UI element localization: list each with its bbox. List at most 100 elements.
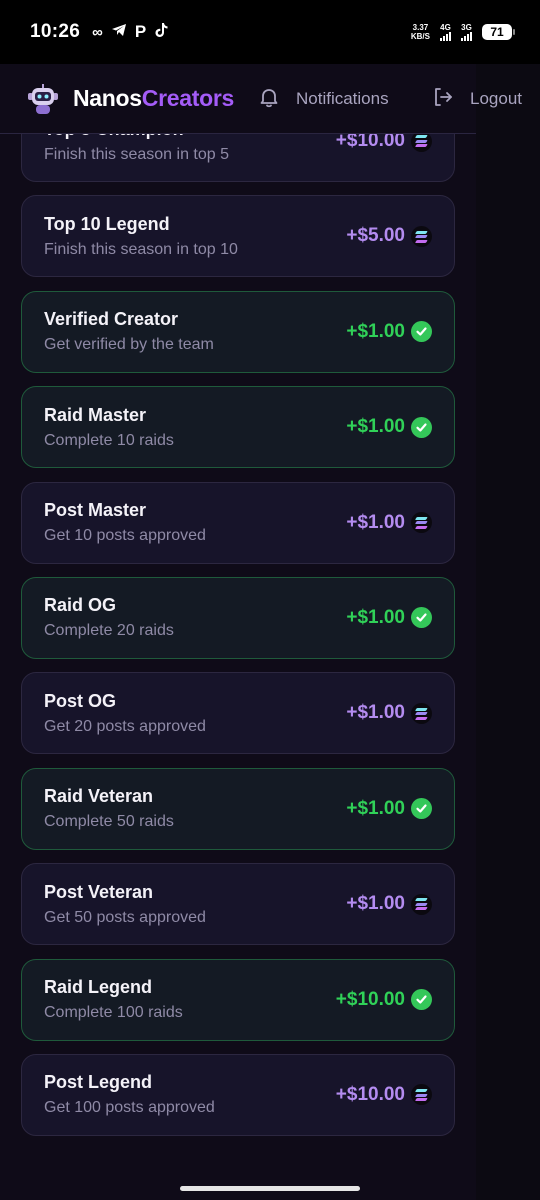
check-icon (411, 416, 432, 438)
logout-label: Logout (470, 89, 522, 108)
reward-amount: +$1.00 (346, 416, 405, 438)
achievement-card[interactable]: Verified Creator Get verified by the team… (21, 290, 455, 373)
achievement-text: Raid Master Complete 10 raids (44, 405, 174, 450)
tiktok-icon (154, 22, 169, 42)
robot-logo-icon[interactable] (25, 81, 61, 117)
achievement-card[interactable]: Raid Master Complete 10 raids +$1.00 (21, 386, 455, 469)
achievement-title: Post Legend (44, 1072, 153, 1093)
check-icon (411, 798, 432, 820)
notifications-button[interactable]: Notifications (258, 64, 389, 134)
achievement-subtitle: Get 50 posts approved (44, 908, 206, 926)
achievement-card[interactable]: Post OG Get 20 posts approved +$1.00 (21, 672, 455, 755)
achievement-text: Post Legend Get 100 posts approved (44, 1072, 215, 1117)
brand-wordmark[interactable]: NanosCreators (73, 85, 234, 112)
logout-icon (432, 86, 454, 113)
signal-bars-icon (440, 32, 451, 41)
solana-icon (411, 1084, 432, 1106)
status-bar: 10:26 ∞ P 3.37 KB/S 4G 3G 71 (0, 0, 540, 64)
battery-icon: 71 (482, 24, 515, 40)
reward: +$1.00 (346, 702, 432, 724)
achievements-scroll-area[interactable]: Top 5 ChampionFinish this season in top … (0, 64, 476, 1200)
achievement-title: Raid Master (44, 404, 147, 425)
achievement-subtitle: Get verified by the team (44, 336, 214, 354)
achievement-subtitle: Complete 10 raids (44, 431, 174, 449)
achievement-card[interactable]: Post Legend Get 100 posts approved +$10.00 (21, 1053, 455, 1136)
network-speed: 3.37 KB/S (411, 23, 430, 41)
reward-amount: +$1.00 (346, 606, 405, 628)
check-icon (411, 321, 432, 343)
reward-amount: +$10.00 (335, 988, 405, 1010)
brand-part-nanos: Nanos (73, 85, 142, 111)
speed-unit: KB/S (410, 32, 430, 41)
reward: +$1.00 (346, 321, 432, 343)
battery-level: 71 (490, 25, 504, 39)
signal-3g-label: 3G (461, 23, 472, 32)
reward: +$1.00 (346, 893, 432, 915)
reward-amount: +$1.00 (346, 797, 405, 819)
achievement-card[interactable]: Post Veteran Get 50 posts approved +$1.00 (21, 863, 455, 946)
solana-icon (411, 512, 432, 534)
achievement-subtitle: Complete 50 raids (44, 813, 174, 831)
achievement-title: Top 10 Legend (44, 213, 170, 234)
achievement-card[interactable]: Raid OG Complete 20 raids +$1.00 (21, 576, 455, 659)
infinity-icon: ∞ (92, 23, 103, 41)
achievement-subtitle: Finish this season in top 5 (44, 145, 229, 163)
achievement-card[interactable]: Top 10 Legend Finish this season in top 1… (21, 195, 455, 278)
reward: +$10.00 (336, 989, 432, 1011)
achievement-card[interactable]: Raid Veteran Complete 50 raids +$1.00 (21, 767, 455, 850)
achievement-card[interactable]: Post Master Get 10 posts approved +$1.00 (21, 481, 455, 564)
solana-icon (411, 893, 432, 915)
status-left: 10:26 ∞ P (30, 21, 169, 43)
signal-4g-label: 4G (440, 23, 451, 32)
reward: +$5.00 (346, 225, 432, 247)
achievement-subtitle: Get 20 posts approved (44, 717, 206, 735)
brand-part-creators: Creators (141, 85, 235, 111)
reward-amount: +$1.00 (346, 320, 405, 342)
reward: +$1.00 (346, 416, 432, 438)
signal-bars-icon (461, 32, 472, 41)
reward: +$10.00 (336, 1084, 432, 1106)
notifications-label: Notifications (296, 89, 389, 108)
achievement-text: Top 10 Legend Finish this season in top 1… (44, 214, 238, 259)
speed-value: 3.37 (412, 23, 429, 32)
reward-amount: +$5.00 (346, 225, 405, 247)
reward: +$1.00 (346, 798, 432, 820)
achievement-text: Post Master Get 10 posts approved (44, 500, 206, 545)
achievement-title: Post OG (44, 690, 117, 711)
achievement-text: Raid OG Complete 20 raids (44, 595, 174, 640)
achievement-card[interactable]: Raid Legend Complete 100 raids +$10.00 (21, 958, 455, 1041)
achievement-title: Raid OG (44, 595, 117, 616)
achievement-title: Verified Creator (44, 309, 179, 330)
achievement-subtitle: Finish this season in top 10 (44, 240, 238, 258)
home-indicator[interactable] (180, 1186, 360, 1191)
reward-amount: +$1.00 (346, 893, 405, 915)
signal-4g: 4G (440, 23, 451, 41)
solana-icon (411, 702, 432, 724)
signal-3g: 3G (461, 23, 472, 41)
status-time: 10:26 (30, 21, 81, 42)
reward-amount: +$1.00 (346, 511, 405, 533)
achievement-text: Verified Creator Get verified by the team (44, 309, 214, 354)
logout-button[interactable]: Logout (432, 64, 522, 134)
check-icon (411, 989, 432, 1011)
bell-icon (258, 86, 280, 113)
telegram-icon (111, 23, 127, 41)
p-app-icon: P (134, 22, 147, 41)
achievement-title: Raid Veteran (44, 786, 154, 807)
solana-icon (411, 225, 432, 247)
reward: +$1.00 (346, 512, 432, 534)
app-header: NanosCreators Notifications Logout (0, 64, 522, 134)
reward: +$1.00 (346, 607, 432, 629)
achievement-title: Raid Legend (44, 977, 153, 998)
achievement-subtitle: Complete 20 raids (44, 622, 174, 640)
achievement-text: Raid Veteran Complete 50 raids (44, 786, 174, 831)
check-icon (411, 607, 432, 629)
reward-amount: +$1.00 (346, 702, 405, 724)
achievements-list: Top 5 ChampionFinish this season in top … (21, 100, 455, 1149)
status-right: 3.37 KB/S 4G 3G 71 (411, 23, 515, 41)
achievement-text: Post OG Get 20 posts approved (44, 691, 206, 736)
achievement-text: Post Veteran Get 50 posts approved (44, 882, 206, 927)
reward-amount: +$10.00 (335, 1083, 405, 1105)
achievement-text: Raid Legend Complete 100 raids (44, 977, 183, 1022)
achievement-title: Post Veteran (44, 881, 154, 902)
